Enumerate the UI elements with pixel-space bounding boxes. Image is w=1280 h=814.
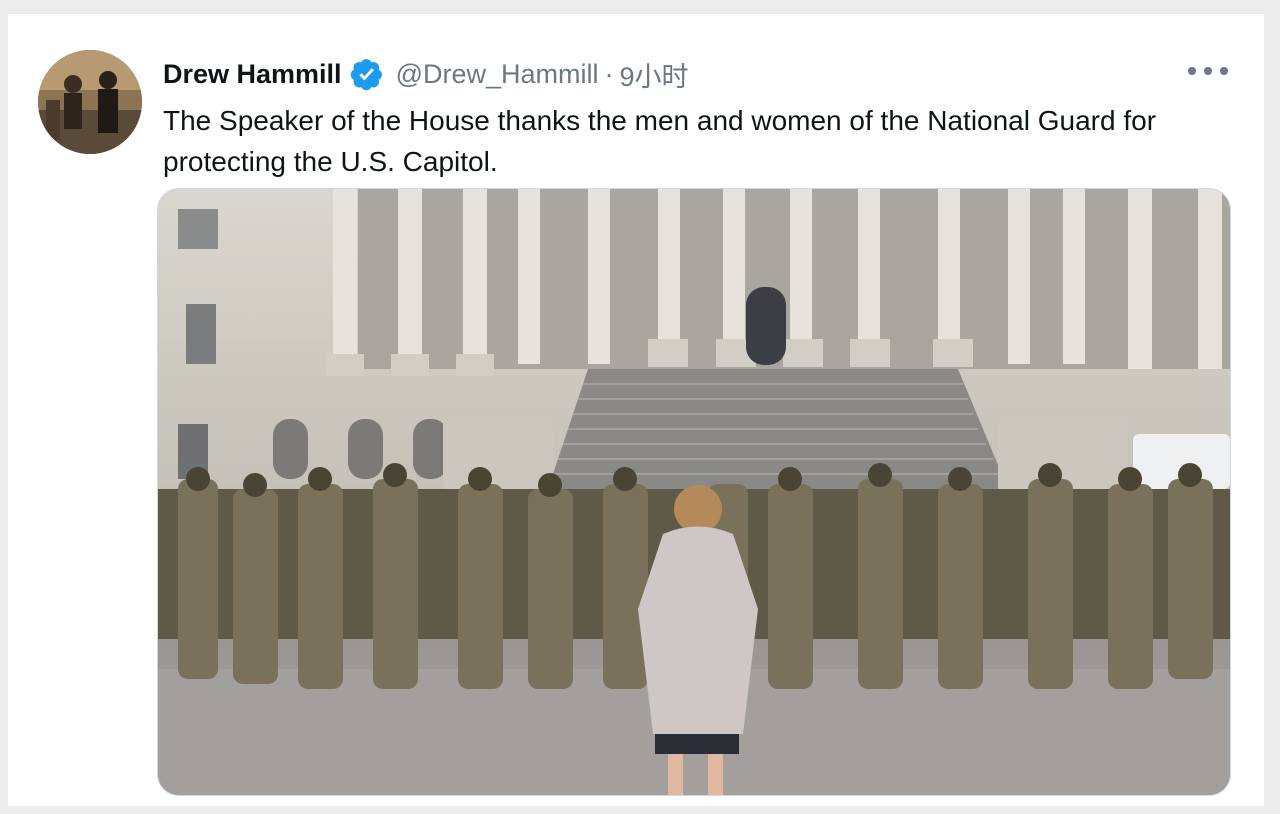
dot-3 xyxy=(1220,67,1228,75)
verified-badge-icon xyxy=(350,59,382,91)
more-options-icon[interactable] xyxy=(1188,58,1228,84)
separator-dot: · xyxy=(604,58,614,89)
tweet-header: Drew Hammill @Drew_Hammill · 9小时 xyxy=(163,54,689,94)
author-handle[interactable]: @Drew_Hammill xyxy=(396,59,599,90)
tweet-timestamp[interactable]: 9小时 xyxy=(619,55,688,94)
avatar-photo-icon xyxy=(38,50,142,154)
dot-1 xyxy=(1188,67,1196,75)
author-name[interactable]: Drew Hammill xyxy=(163,59,342,90)
capitol-photo xyxy=(158,189,1230,795)
author-avatar[interactable] xyxy=(38,50,142,154)
dot-2 xyxy=(1204,67,1212,75)
tweet-media-photo[interactable] xyxy=(157,188,1231,796)
tweet-text: The Speaker of the House thanks the men … xyxy=(163,105,1157,177)
